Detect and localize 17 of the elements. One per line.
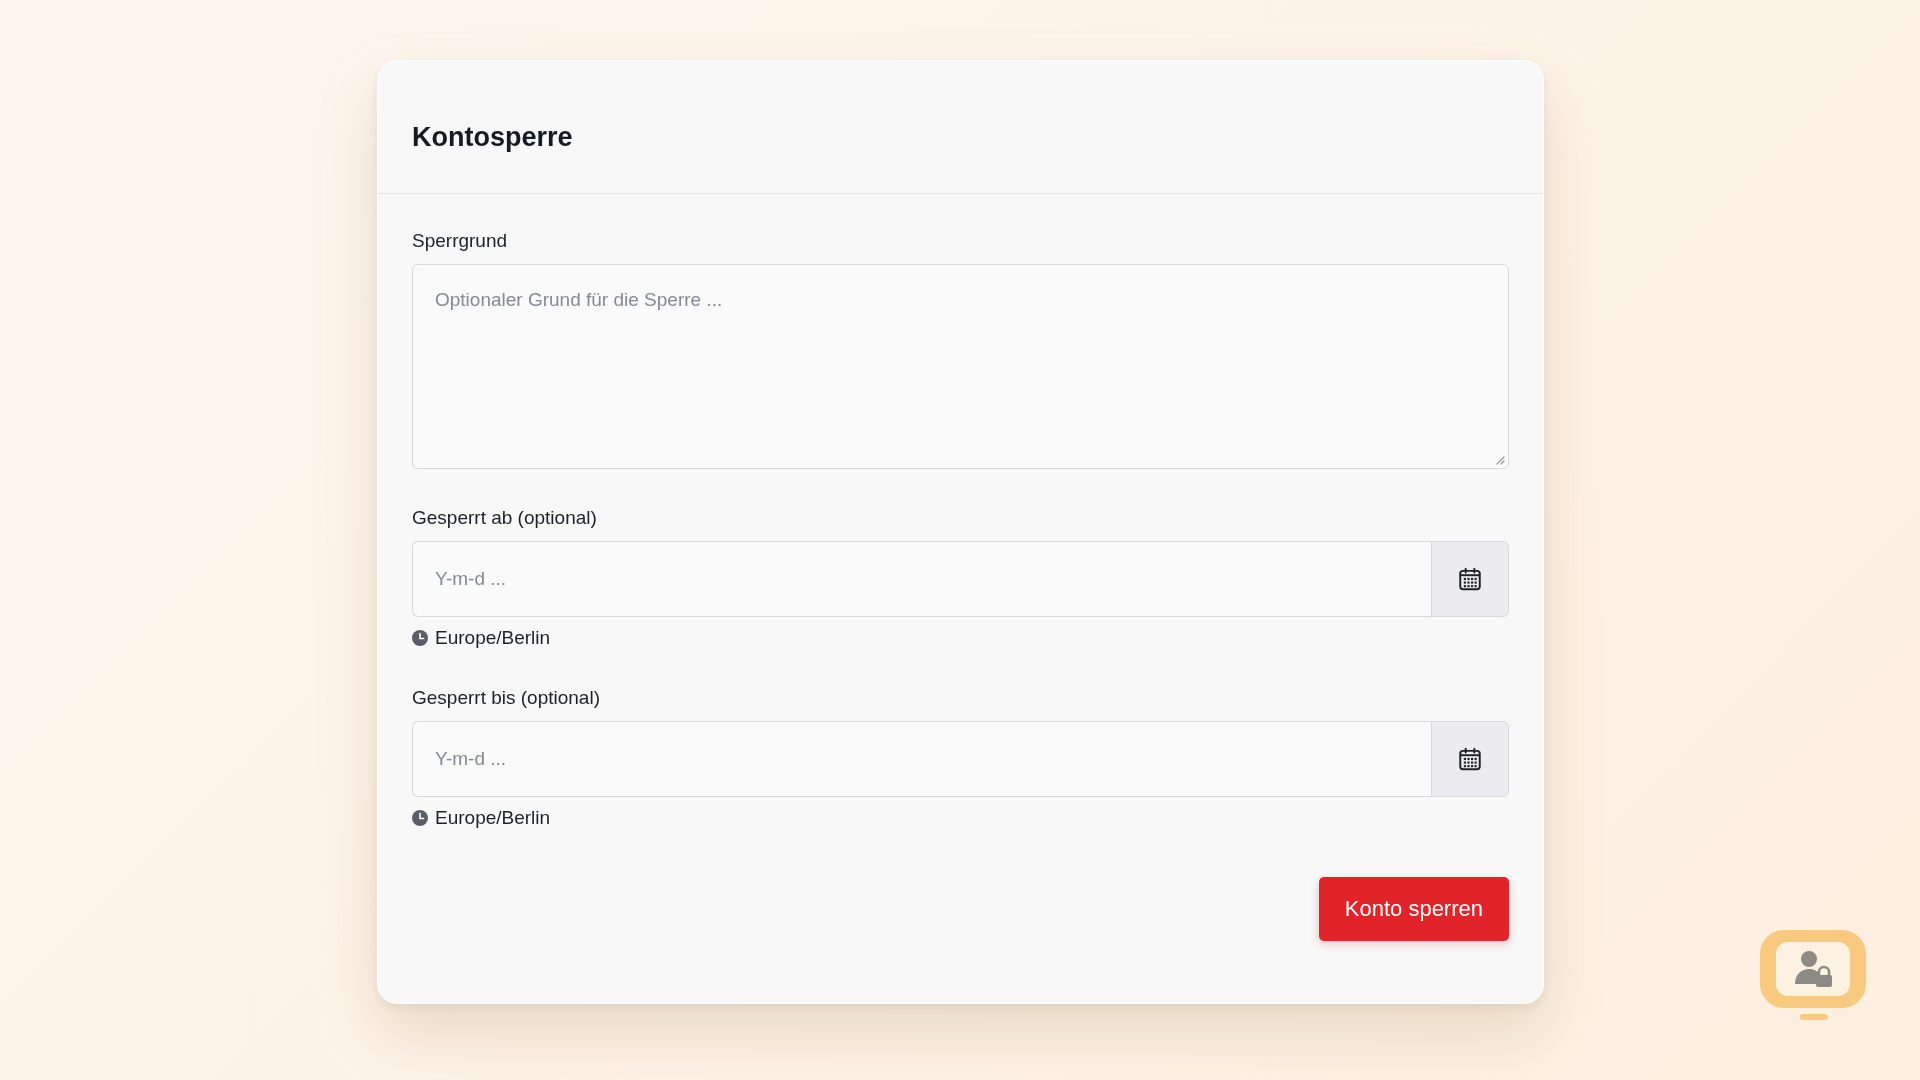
clock-icon xyxy=(412,810,428,827)
calendar-button[interactable] xyxy=(1431,541,1509,618)
calendar-icon xyxy=(1457,746,1483,773)
lock-account-button[interactable]: Konto sperren xyxy=(1318,877,1509,942)
clock-icon xyxy=(412,630,428,647)
resize-grip-icon[interactable] xyxy=(1495,455,1505,466)
timezone-label: Europe/Berlin xyxy=(435,627,551,650)
field-label: Gesperrt ab (optional) xyxy=(412,507,597,530)
calendar-icon xyxy=(1457,566,1483,593)
field-label: Sperrgrund xyxy=(412,230,508,253)
card-title: Kontosperre xyxy=(412,121,573,154)
timezone-label: Europe/Berlin xyxy=(435,807,551,830)
calendar-button[interactable] xyxy=(1431,721,1509,798)
date-input[interactable]: Y-m-d ... xyxy=(412,541,1431,618)
reason-textarea[interactable]: Optionaler Grund für die Sperre ... xyxy=(412,264,1509,470)
field-label: Gesperrt bis (optional) xyxy=(412,687,600,710)
date-input[interactable]: Y-m-d ... xyxy=(412,721,1431,798)
